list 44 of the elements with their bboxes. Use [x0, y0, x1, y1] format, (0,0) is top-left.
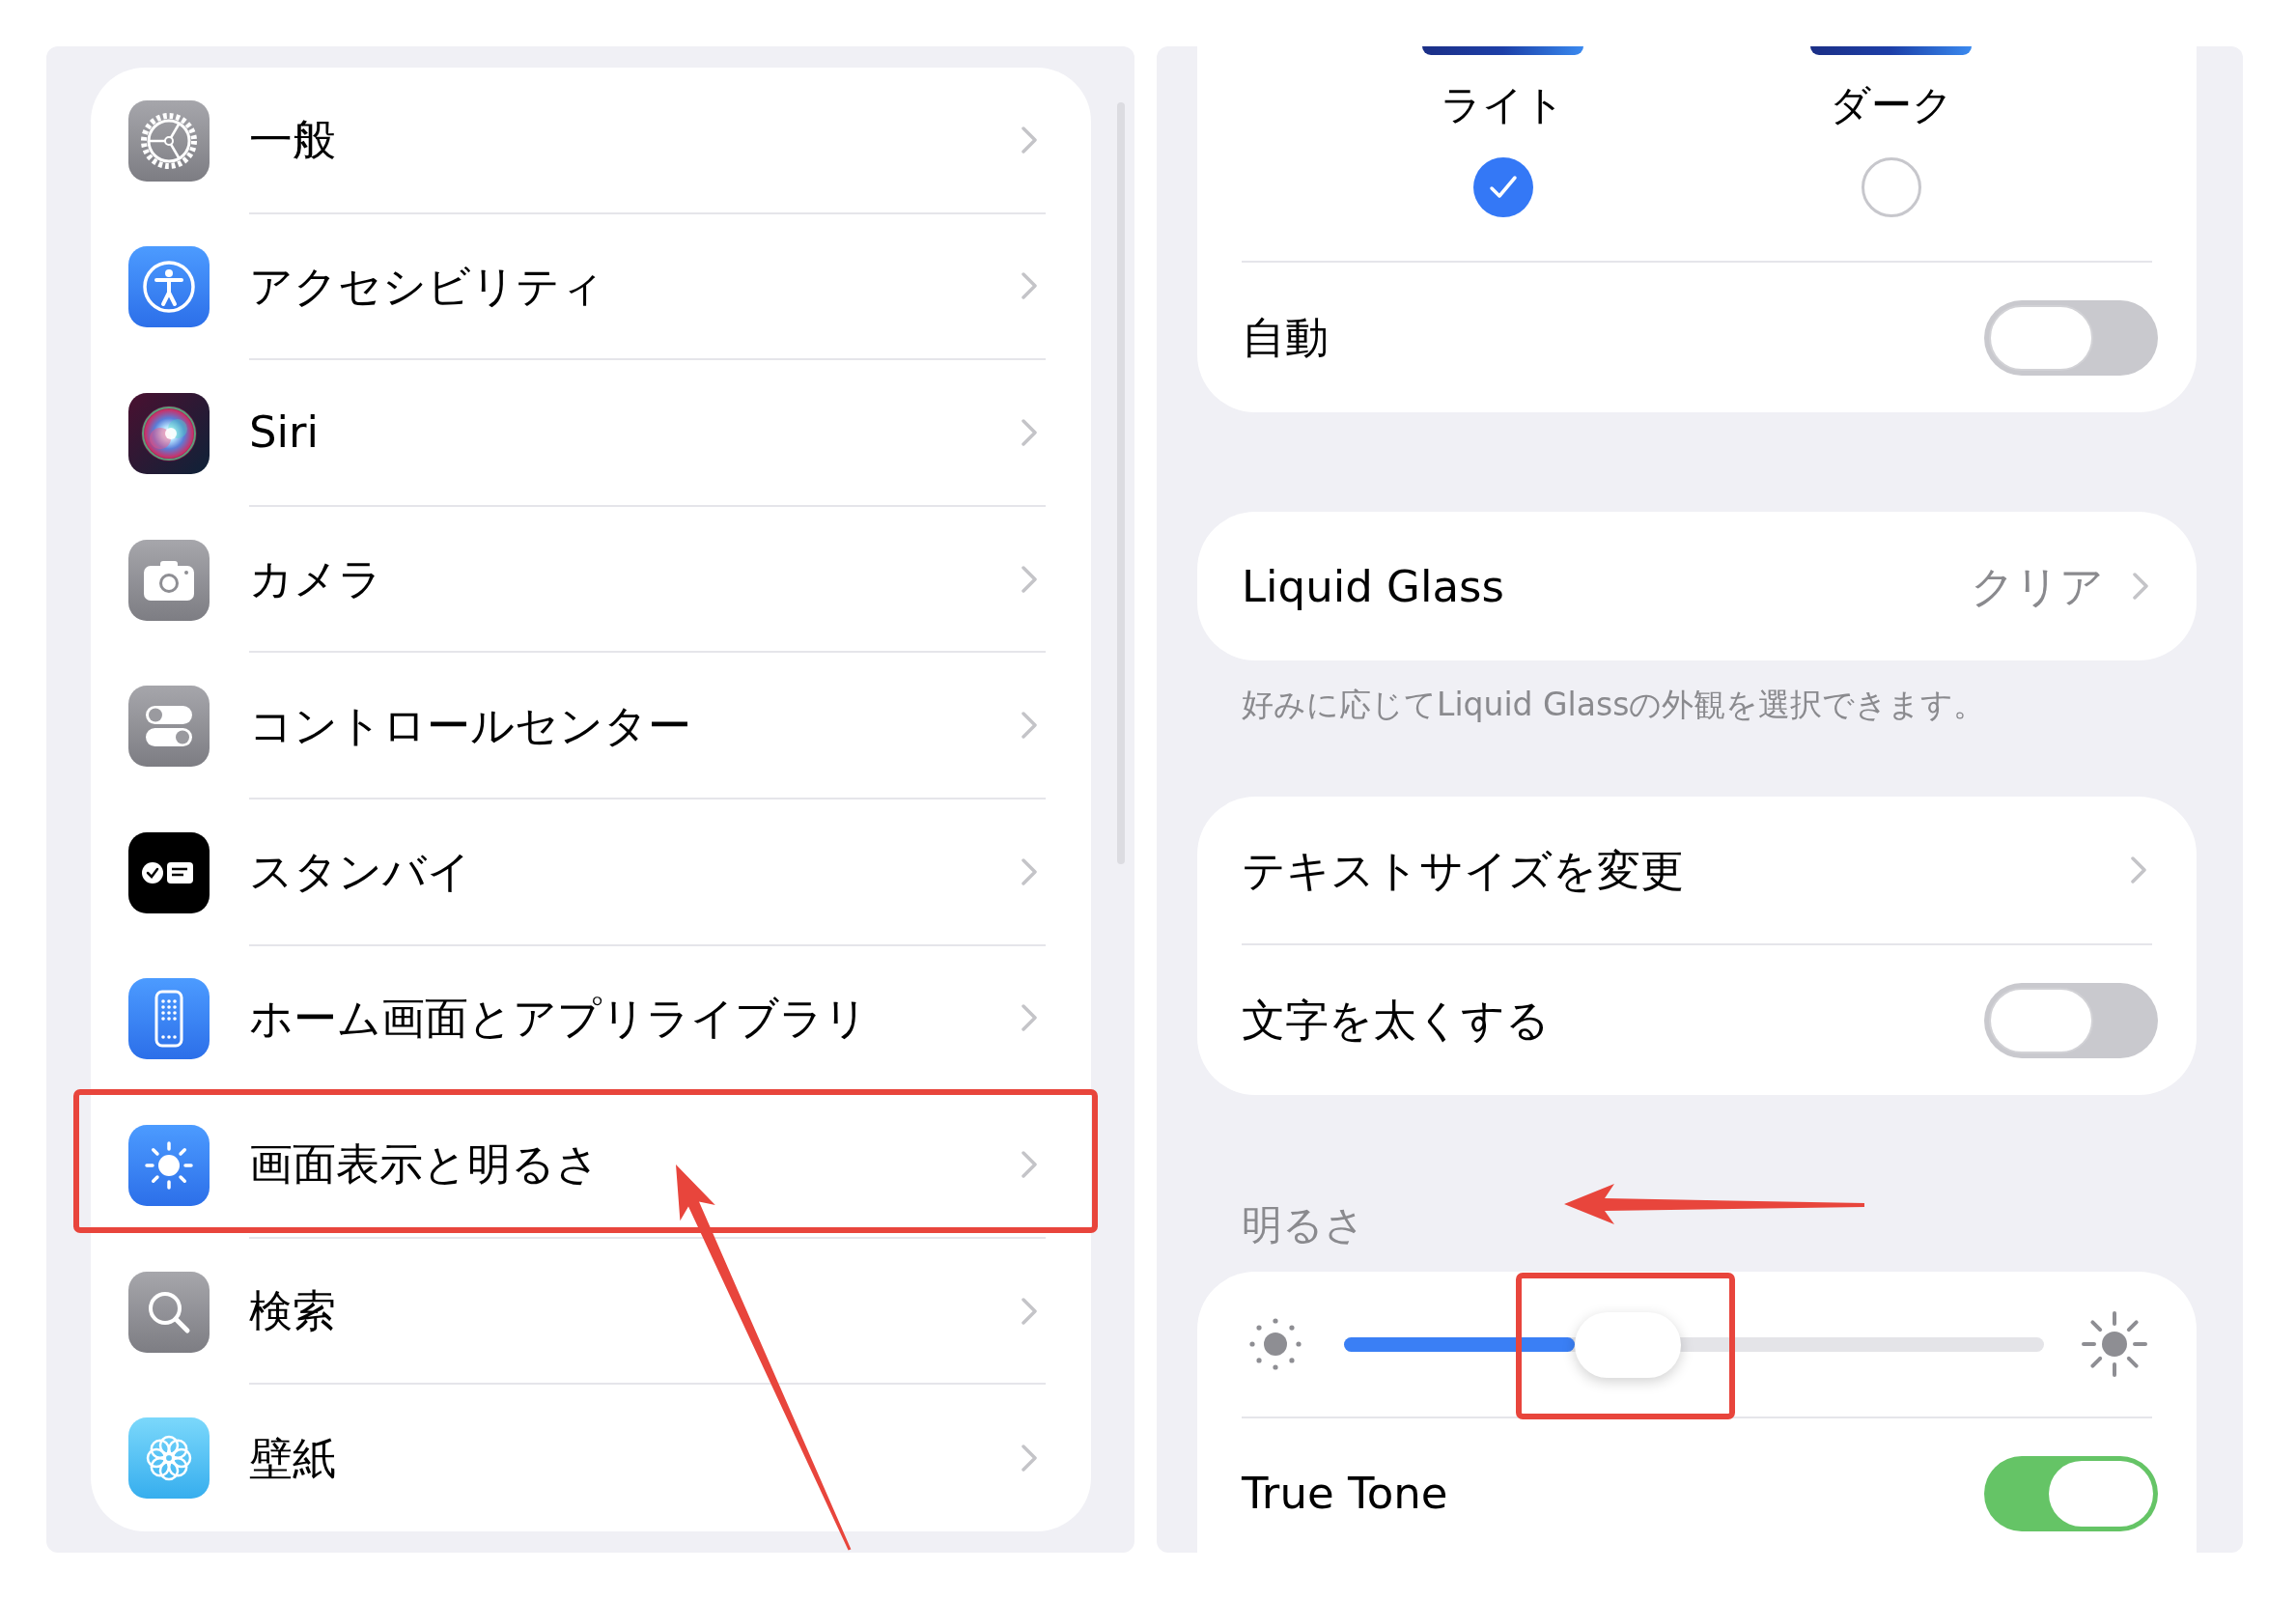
search-icon — [128, 1271, 210, 1353]
gear-icon — [128, 99, 210, 182]
menu-item[interactable]: ホーム画面とアプリライブラリ — [91, 945, 1091, 1093]
chevron-right-icon — [1022, 565, 1037, 593]
radio-button[interactable] — [1860, 156, 1922, 218]
setting-label: 文字を太くする — [1242, 998, 1550, 1042]
chevron-right-icon — [1022, 1004, 1037, 1032]
flower-icon — [128, 1417, 210, 1500]
menu-item[interactable]: スタンバイ — [91, 799, 1091, 946]
check-card-icon — [128, 831, 210, 913]
slider-thumb[interactable] — [1575, 1311, 1682, 1378]
menu-item[interactable]: カメラ — [91, 506, 1091, 654]
menu-item[interactable]: アクセシビリティ — [91, 213, 1091, 361]
chevron-right-icon — [2131, 856, 2146, 884]
setting-label: True Tone — [1242, 1472, 1448, 1515]
chevron-right-icon — [1022, 712, 1037, 740]
accessibility-icon — [128, 246, 210, 328]
menu-item[interactable]: テキストサイズを変更 — [1197, 797, 2197, 943]
menu-item[interactable]: 一般 — [91, 68, 1091, 214]
footnote-text: 好みに応じてLiquid Glassの外観を選択できます。 — [1242, 686, 1986, 724]
section-heading: 明るさ — [1242, 1201, 1365, 1249]
chevron-right-icon — [1022, 126, 1037, 154]
sun-icon — [128, 1124, 210, 1206]
radio-button[interactable] — [1471, 156, 1534, 218]
camera-icon — [128, 539, 210, 621]
option-label: ライト — [1441, 81, 1565, 129]
chevron-right-icon — [1022, 1297, 1037, 1325]
chevron-right-icon — [1022, 1150, 1037, 1178]
toggles-icon — [128, 686, 210, 768]
chevron-right-icon — [1022, 272, 1037, 300]
chevron-right-icon — [1022, 1445, 1037, 1473]
option-label: ダーク — [1829, 81, 1953, 129]
setting-label: 自動 — [1242, 316, 1329, 359]
chevron-right-icon — [1022, 419, 1037, 446]
chevron-right-icon — [2133, 573, 2148, 600]
chevron-right-icon — [1022, 857, 1037, 885]
sun-dim-icon — [1246, 1315, 1304, 1373]
phone-grid-icon — [128, 978, 210, 1060]
menu-item[interactable]: コントロールセンター — [91, 653, 1091, 800]
menu-item[interactable]: Siri — [91, 360, 1091, 507]
orb-icon — [128, 393, 210, 474]
menu-item[interactable]: Liquid Glass クリア — [1197, 512, 2197, 660]
sun-bright-icon — [2080, 1309, 2149, 1379]
value-label: クリア — [1971, 564, 2104, 608]
